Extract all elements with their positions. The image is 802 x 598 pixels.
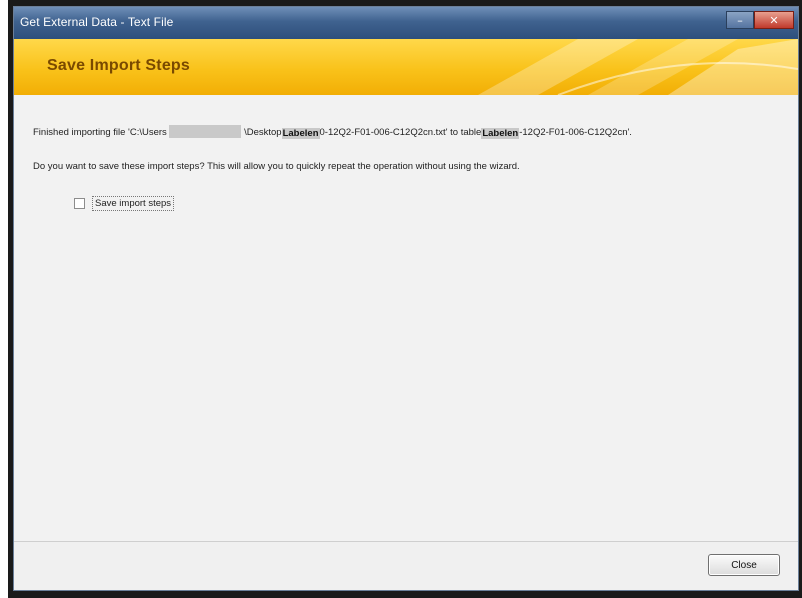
finished-message: Finished importing file 'C:\Users \Deskt…	[33, 125, 632, 139]
import-dialog: Get External Data - Text File – ✕ Save I…	[13, 6, 799, 591]
save-import-steps-option[interactable]: Save import steps	[74, 196, 175, 211]
save-import-steps-checkbox[interactable]	[74, 198, 85, 209]
dialog-footer: Close	[14, 541, 798, 590]
finished-prefix: Finished importing file 'C:\Users	[33, 127, 167, 138]
title-bar[interactable]: Get External Data - Text File – ✕	[14, 7, 798, 39]
window-title: Get External Data - Text File	[20, 15, 174, 29]
finished-file-rest: 0-12Q2-F01-006-C12Q2cn.txt' to table	[319, 127, 482, 138]
banner-decoration	[478, 39, 798, 95]
close-window-button[interactable]: ✕	[754, 11, 794, 29]
header-banner: Save Import Steps	[14, 39, 798, 95]
finished-path-mid: \Desktop	[244, 127, 282, 138]
redacted-file-name: Labelen	[281, 128, 320, 139]
window-controls: – ✕	[726, 11, 794, 33]
save-import-steps-label[interactable]: Save import steps	[92, 196, 175, 211]
wizard-content: Finished importing file 'C:\Users \Deskt…	[14, 95, 798, 542]
minimize-button[interactable]: –	[726, 11, 754, 29]
question-text: Do you want to save these import steps? …	[33, 161, 520, 172]
close-button[interactable]: Close	[708, 554, 780, 576]
redacted-username	[169, 125, 242, 138]
page-title: Save Import Steps	[47, 57, 191, 74]
finished-table-rest: -12Q2-F01-006-C12Q2cn'.	[519, 127, 632, 138]
redacted-table-name: Labelen	[481, 128, 520, 139]
